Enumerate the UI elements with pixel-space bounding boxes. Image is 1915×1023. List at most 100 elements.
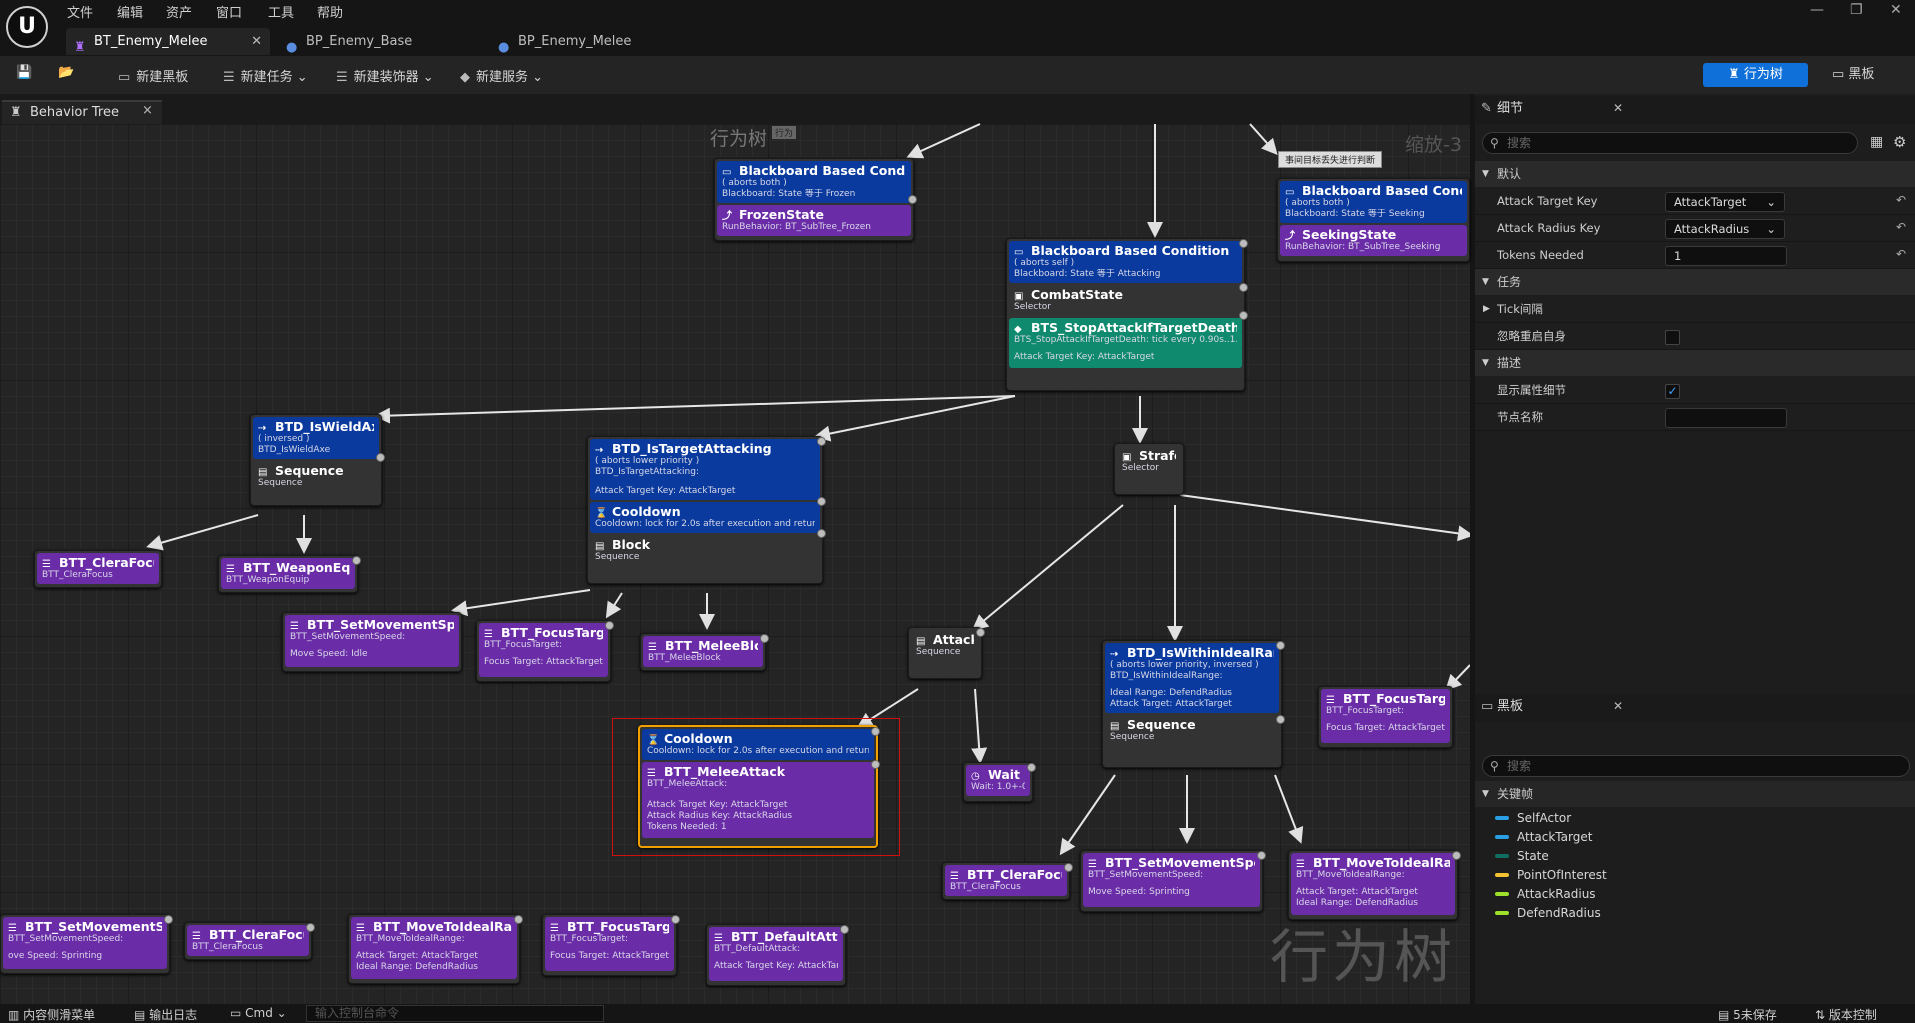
pin[interactable] (817, 497, 826, 506)
keys-header[interactable]: ▼ 关键帧 (1475, 781, 1915, 807)
close-details-icon[interactable]: ✕ (1613, 101, 1623, 115)
pin[interactable] (1452, 851, 1461, 860)
pin[interactable] (164, 915, 173, 924)
attack-radius-key-select[interactable]: AttackRadius ⌄ (1665, 219, 1785, 239)
details-tab[interactable]: ✎ 细节 (1475, 96, 1523, 122)
blackboard-mode-button[interactable]: ▭ 黑板 (1832, 63, 1892, 87)
pin[interactable] (1027, 763, 1036, 772)
pin[interactable] (1239, 311, 1248, 320)
node-wait[interactable]: ◷WaitWait: 1.0+-0.2s (963, 762, 1036, 802)
pin[interactable] (871, 760, 880, 769)
node-combat-state[interactable]: ▭ Blackboard Based Condition( aborts self… (1006, 238, 1248, 391)
node-wield-axe-sequence[interactable]: ⇢BTD_IsWieldAxe( inversed )BTD_IsWieldAx… (250, 414, 385, 506)
close-window-icon[interactable]: ✕ (1890, 2, 1902, 18)
category-default[interactable]: ▼ 默认 (1475, 161, 1915, 187)
blackboard-key[interactable]: DefendRadius (1495, 905, 1601, 921)
pin[interactable] (306, 923, 315, 932)
details-search-input[interactable]: ⚲ 搜索 (1482, 132, 1858, 154)
output-log-button[interactable]: ▤ 输出日志 (134, 1006, 197, 1023)
table-view-icon[interactable]: ▦ (1870, 134, 1883, 150)
node-focus-target[interactable]: ☰BTT_FocusTargetBTT_FocusTarget: Focus Ta… (476, 620, 614, 682)
node-focus-target-right[interactable]: ☰BTT_FocusTargetBTT_FocusTarget: Focus Ta… (1318, 686, 1453, 748)
pin[interactable] (352, 556, 361, 565)
keys-header-label: 关键帧 (1497, 787, 1534, 801)
minimize-icon[interactable]: — (1810, 2, 1824, 18)
node-move-to-ideal-range-2[interactable]: ☰BTT_MoveToIdealRangeBTT_MoveToIdealRang… (348, 914, 523, 984)
pin[interactable] (1257, 851, 1266, 860)
node-subtext: Blackboard: State 等于 Attacking (1014, 269, 1161, 279)
blackboard-key[interactable]: State (1495, 848, 1549, 864)
pin[interactable] (605, 621, 614, 630)
pin[interactable] (1239, 239, 1248, 248)
decorator-icon: ⇢ (258, 423, 267, 434)
node-seeking-state[interactable]: ▭Blackboard Based Condition( aborts both… (1277, 178, 1470, 262)
reset-icon[interactable]: ↶ (1896, 220, 1906, 234)
pin[interactable] (1064, 863, 1073, 872)
restore-icon[interactable]: ❐ (1850, 2, 1863, 18)
pin[interactable] (908, 195, 917, 204)
pin[interactable] (871, 727, 880, 736)
show-props-checkbox[interactable]: ✓ (1665, 384, 1680, 399)
reset-icon[interactable]: ↶ (1896, 247, 1906, 261)
node-set-movement-speed[interactable]: ☰BTT_SetMovementSpeedBTT_SetMovementSpee… (282, 612, 462, 672)
node-clera-focus-3[interactable]: ☰BTT_CleraFocusBTT_CleraFocus (184, 922, 315, 960)
prop-row: 忽略重启自身 (1475, 323, 1915, 350)
category-task[interactable]: ▼ 任务 (1475, 269, 1915, 295)
node-set-movement-speed-3[interactable]: ☰BTT_SetMovementSpeedBTT_SetMovementSpee… (0, 914, 173, 974)
blackboard-key[interactable]: SelfActor (1495, 810, 1571, 826)
node-clera-focus-2[interactable]: ☰BTT_CleraFocusBTT_CleraFocus (942, 862, 1073, 900)
blackboard-icon: ▭ (1832, 67, 1849, 82)
console-input[interactable]: 输入控制台命令 (306, 1005, 604, 1022)
close-blackboard-icon[interactable]: ✕ (1613, 699, 1623, 713)
blackboard-key[interactable]: PointOfInterest (1495, 867, 1607, 883)
node-clera-focus[interactable]: ☰BTT_CleraFocusBTT_CleraFocus (34, 550, 162, 588)
node-subtext: Attack Target Key: AttackTarget (1014, 352, 1155, 362)
node-block-sequence[interactable]: ⇢ BTD_IsTargetAttacking( aborts lower pri… (587, 436, 826, 584)
behavior-tree-mode-button[interactable]: ♜ 行为树 (1703, 63, 1808, 87)
node-name-input[interactable] (1665, 408, 1787, 428)
pin[interactable] (1239, 283, 1248, 292)
source-control-button[interactable]: ⇅ 版本控制 (1815, 1006, 1877, 1023)
node-melee-attack[interactable]: ⌛ Cooldown Cooldown: lock for 2.0s after e… (638, 725, 880, 848)
node-attack-sequence[interactable]: ▤AttackSequence (908, 627, 985, 679)
content-drawer-button[interactable]: ▥ 内容侧滑菜单 (8, 1006, 95, 1023)
pin[interactable] (376, 453, 385, 462)
node-frozen-state[interactable]: ▭Blackboard Based Condition( aborts both… (714, 158, 917, 241)
pin[interactable] (817, 529, 826, 538)
pin[interactable] (976, 628, 985, 637)
node-melee-block[interactable]: ☰BTT_MeleeBlockBTT_MeleeBlock (640, 633, 769, 671)
node-title: ⤴ FrozenState (722, 207, 825, 222)
node-weapon-equip[interactable]: ☰BTT_WeaponEquipBTT_WeaponEquip (218, 555, 361, 593)
tick-interval-row[interactable]: ▶ Tick间隔 (1475, 296, 1915, 323)
pin[interactable] (671, 915, 680, 924)
blackboard-key[interactable]: AttackRadius (1495, 886, 1596, 902)
cmd-dropdown[interactable]: ▭ Cmd ⌄ (230, 1006, 287, 1020)
tokens-needed-input[interactable]: 1 (1665, 246, 1787, 266)
pin[interactable] (514, 915, 523, 924)
attack-target-key-select[interactable]: AttackTarget ⌄ (1665, 192, 1785, 212)
pin[interactable] (817, 437, 826, 446)
ignore-restart-checkbox[interactable] (1665, 330, 1680, 345)
unsaved-button[interactable]: ▤ 5未保存 (1718, 1006, 1777, 1023)
blackboard-search-input[interactable]: ⚲ 搜索 (1482, 755, 1910, 777)
node-subtext: Attack Target Key: AttackTarget (595, 486, 736, 496)
pin[interactable] (760, 634, 769, 643)
node-strafe-selector[interactable]: ▣StrafeSelector (1114, 443, 1184, 495)
node-title: ▭Blackboard Based Condition (722, 163, 906, 178)
node-ideal-range-sequence[interactable]: ⇢BTD_IsWithinIdealRange( aborts lower pr… (1102, 640, 1285, 768)
blackboard-key[interactable]: AttackTarget (1495, 829, 1592, 845)
blackboard-tab[interactable]: ▭ 黑板 (1475, 694, 1523, 720)
node-focus-target-3[interactable]: ☰BTT_FocusTargetBTT_FocusTarget: Focus Ta… (542, 914, 680, 976)
chevron-down-icon: ⌄ (1766, 222, 1776, 236)
node-move-to-ideal-range[interactable]: ☰BTT_MoveToIdealRangeBTT_MoveToIdealRang… (1288, 850, 1461, 920)
pin[interactable] (1276, 715, 1285, 724)
gear-icon[interactable]: ⚙ (1893, 133, 1906, 151)
category-description[interactable]: ▼ 描述 (1475, 350, 1915, 376)
node-subtext: BTT_FocusTarget: (550, 934, 629, 944)
reset-icon[interactable]: ↶ (1896, 193, 1906, 207)
pin[interactable] (840, 925, 849, 934)
details-header: ✎ 细节 ✕ (1475, 96, 1915, 124)
node-default-attack[interactable]: ☰BTT_DefaultAttackBTT_DefaultAttack: Atta… (706, 924, 849, 986)
node-set-movement-speed-2[interactable]: ☰BTT_SetMovementSpeedBTT_SetMovementSpee… (1080, 850, 1266, 912)
pin[interactable] (1276, 641, 1285, 650)
